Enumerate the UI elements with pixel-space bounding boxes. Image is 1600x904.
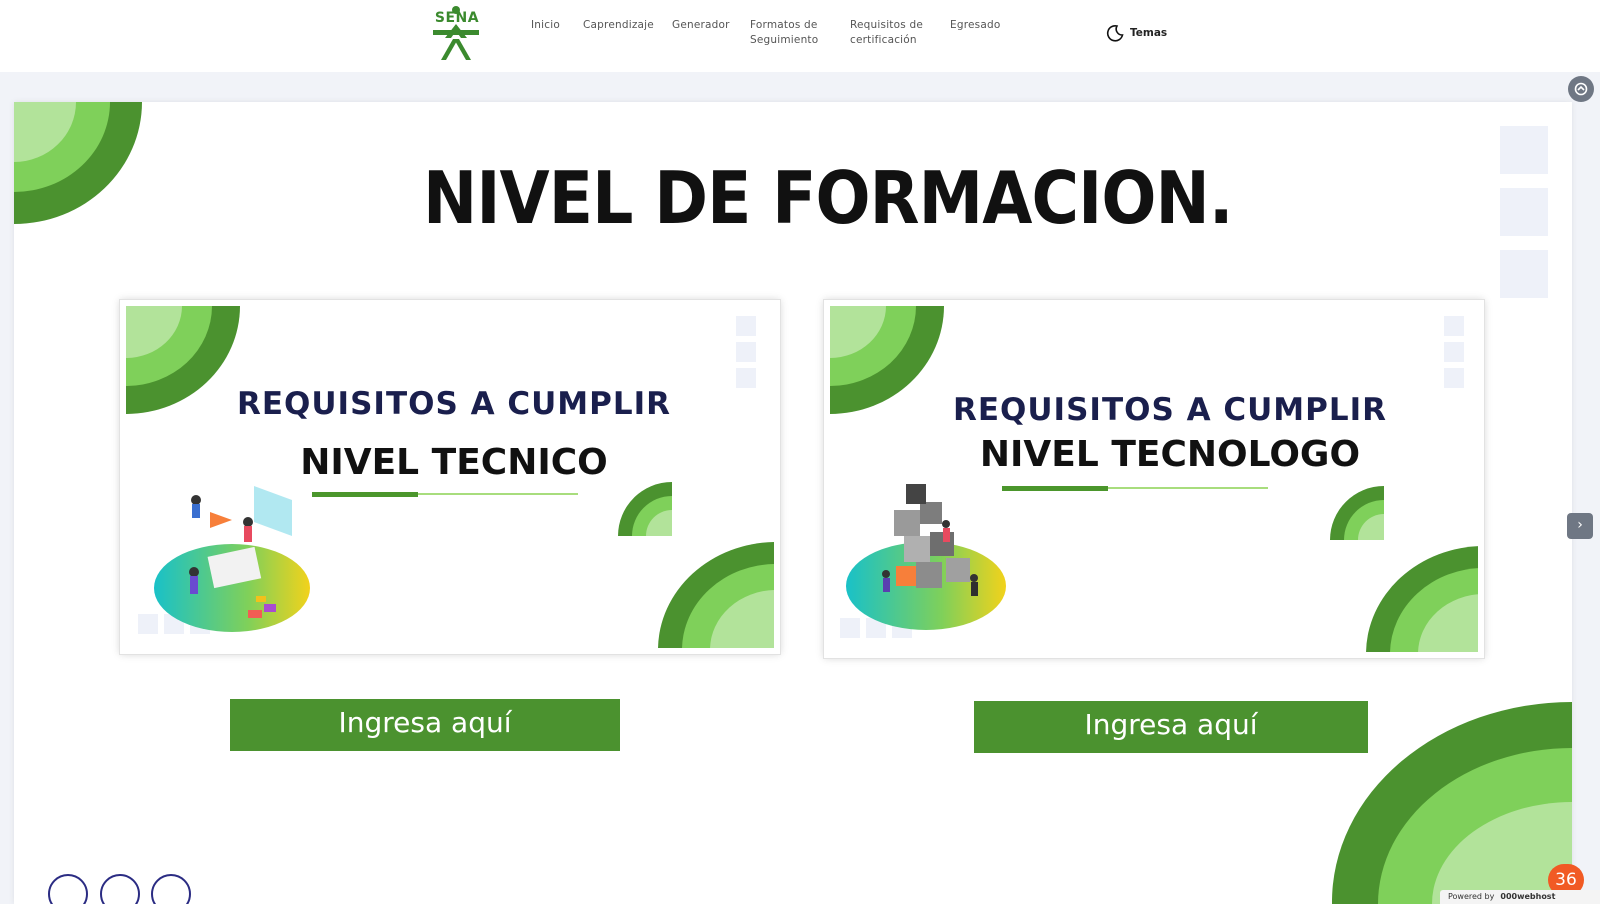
- outline-circle-decoration: [151, 874, 191, 904]
- card-image: REQUISITOS A CUMPLIR NIVEL TECNICO: [126, 306, 774, 648]
- next-slide-button[interactable]: ›: [1567, 513, 1593, 539]
- moon-icon: [1106, 24, 1124, 42]
- small-quarter-decoration: [1330, 486, 1384, 540]
- deco-square: [736, 342, 756, 362]
- card-nivel-tecnologo[interactable]: REQUISITOS A CUMPLIR NIVEL TECNOLOGO: [824, 300, 1484, 658]
- card-subheading: NIVEL TECNOLOGO: [979, 434, 1361, 475]
- deco-square: [1444, 368, 1464, 388]
- technician-illustration: [154, 486, 310, 632]
- card-nivel-tecnico[interactable]: REQUISITOS A CUMPLIR NIVEL TECNICO: [120, 300, 780, 654]
- card-underline-light: [418, 493, 578, 495]
- deco-square: [1500, 250, 1548, 298]
- powered-by-bar[interactable]: Powered by 000webhost: [1440, 890, 1600, 904]
- ingresa-tecnico-button[interactable]: Ingresa aquí: [230, 699, 620, 751]
- card-underline-light: [1108, 487, 1268, 489]
- outline-circle-decoration: [100, 874, 140, 904]
- card-heading: REQUISITOS A CUMPLIR: [236, 386, 672, 422]
- nav-formatos-seguimiento[interactable]: Formatos de Seguimiento: [750, 18, 830, 48]
- technologist-illustration: [846, 484, 1006, 630]
- powered-prefix: Powered by: [1448, 892, 1495, 901]
- top-navbar: SENA Inicio Caprendizaje Generador Forma…: [0, 0, 1600, 72]
- theme-label: Temas: [1130, 27, 1168, 39]
- card-subheading: NIVEL TECNICO: [300, 442, 608, 483]
- deco-square: [736, 316, 756, 336]
- nav-requisitos-certificacion[interactable]: Requisitos de certificación: [850, 18, 930, 48]
- deco-square: [1444, 342, 1464, 362]
- outline-circle-decoration: [48, 874, 88, 904]
- sena-logo[interactable]: SENA: [427, 6, 485, 60]
- logo-text: SENA: [434, 10, 480, 26]
- powered-brand: 000webhost: [1500, 892, 1556, 901]
- hand-icon: [1574, 82, 1588, 96]
- slide-title: NIVEL DE FORMACION.: [422, 156, 1234, 240]
- card-bottom-right-decoration: [1366, 546, 1478, 652]
- card-underline: [1002, 486, 1108, 491]
- slide-menu-button[interactable]: [1568, 76, 1594, 102]
- nav-egresado[interactable]: Egresado: [950, 18, 1000, 33]
- theme-toggle[interactable]: Temas: [1106, 22, 1167, 44]
- deco-square: [1444, 316, 1464, 336]
- card-underline: [312, 492, 418, 497]
- nav-caprendizaje[interactable]: Caprendizaje: [583, 18, 654, 33]
- nav-inicio[interactable]: Inicio: [531, 18, 560, 33]
- nav-generador[interactable]: Generador: [672, 18, 730, 33]
- card-bottom-right-decoration: [658, 542, 774, 648]
- deco-square: [736, 368, 756, 388]
- presentation-slide: NIVEL DE FORMACION. REQUISITOS A CUMPLIR…: [14, 102, 1572, 904]
- corner-decoration-bottom-right: [1332, 702, 1572, 904]
- ingresa-tecnologo-button[interactable]: Ingresa aquí: [974, 701, 1368, 753]
- card-image: REQUISITOS A CUMPLIR NIVEL TECNOLOGO: [830, 306, 1478, 652]
- small-quarter-decoration: [618, 482, 672, 536]
- card-heading: REQUISITOS A CUMPLIR: [952, 392, 1388, 428]
